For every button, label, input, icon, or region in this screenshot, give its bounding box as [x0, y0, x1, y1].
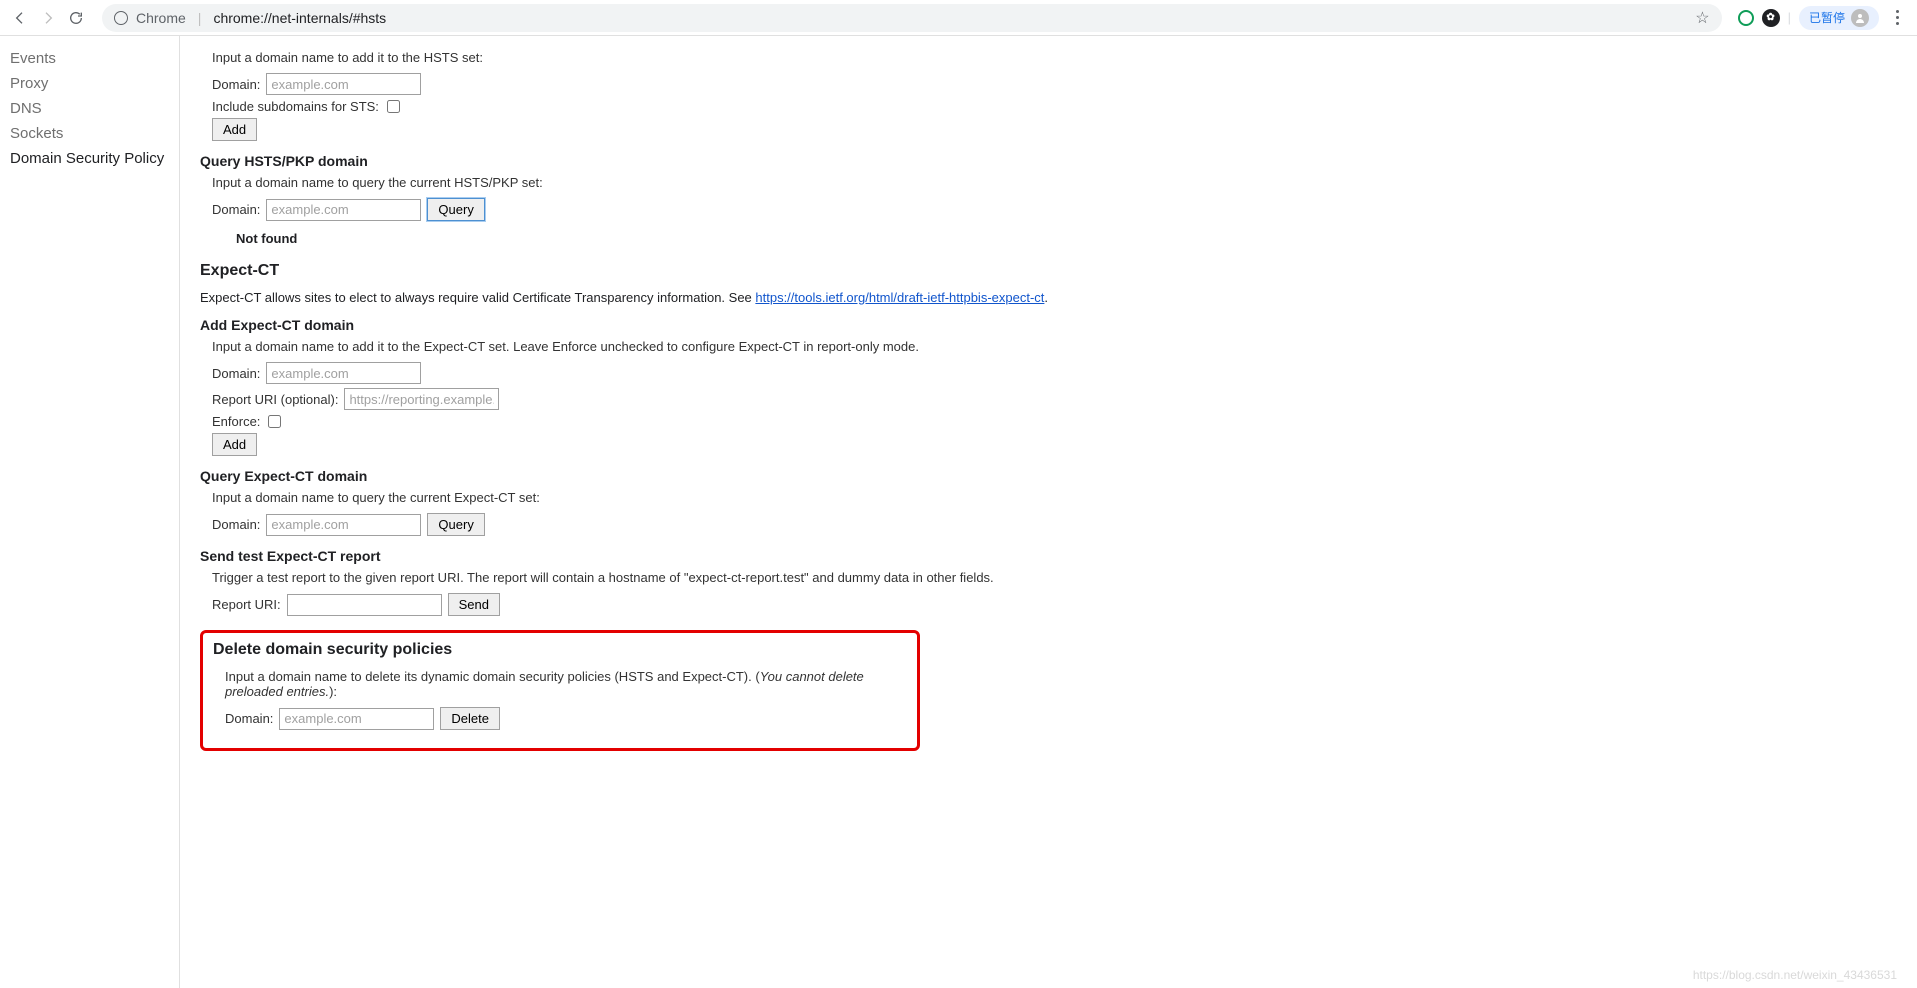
expectct-test-send-button[interactable]: Send — [448, 593, 500, 616]
hsts-add-description: Input a domain name to add it to the HST… — [212, 50, 1897, 65]
expectct-add-description: Input a domain name to add it to the Exp… — [212, 339, 1897, 354]
chrome-menu-button[interactable] — [1887, 6, 1907, 29]
expectct-add-button[interactable]: Add — [212, 433, 257, 456]
hsts-query-description: Input a domain name to query the current… — [212, 175, 1897, 190]
hsts-add-domain-input[interactable] — [266, 73, 421, 95]
expectct-desc-period: . — [1044, 290, 1048, 305]
expectct-description: Expect-CT allows sites to elect to alway… — [200, 290, 1897, 305]
expectct-add-enforce-checkbox[interactable] — [268, 415, 281, 428]
expectct-add-enforce-label: Enforce: — [212, 414, 260, 429]
delete-desc-suffix: ): — [329, 684, 337, 699]
expectct-test-report-input[interactable] — [287, 594, 442, 616]
forward-button[interactable] — [38, 8, 58, 28]
paused-label: 已暂停 — [1809, 9, 1845, 26]
expectct-query-domain-input[interactable] — [266, 514, 421, 536]
expectct-test-description: Trigger a test report to the given repor… — [212, 570, 1897, 585]
expectct-add-title: Add Expect-CT domain — [200, 317, 1897, 333]
hsts-add-subdomain-label: Include subdomains for STS: — [212, 99, 379, 114]
delete-domain-label: Domain: — [225, 711, 273, 726]
expectct-query-description: Input a domain name to query the current… — [212, 490, 1897, 505]
address-bar[interactable]: Chrome | chrome://net-internals/#hsts ☆ — [102, 4, 1722, 32]
expectct-add-domain-label: Domain: — [212, 366, 260, 381]
hsts-query-title: Query HSTS/PKP domain — [200, 153, 1897, 169]
main-content: Input a domain name to add it to the HST… — [180, 36, 1917, 988]
sidebar-item-dns[interactable]: DNS — [10, 96, 179, 121]
back-button[interactable] — [10, 8, 30, 28]
expectct-test-title: Send test Expect-CT report — [200, 548, 1897, 564]
hsts-query-domain-label: Domain: — [212, 202, 260, 217]
profile-paused-chip[interactable]: 已暂停 — [1799, 6, 1879, 30]
sidebar-item-domain-security-policy[interactable]: Domain Security Policy — [10, 146, 179, 171]
browser-toolbar: Chrome | chrome://net-internals/#hsts ☆ … — [0, 0, 1917, 36]
expectct-title: Expect-CT — [200, 262, 1897, 280]
reload-button[interactable] — [66, 8, 86, 28]
delete-domain-input[interactable] — [279, 708, 434, 730]
delete-desc-prefix: Input a domain name to delete its dynami… — [225, 669, 760, 684]
sidebar-nav: Events Proxy DNS Sockets Domain Security… — [0, 36, 180, 988]
delete-title: Delete domain security policies — [213, 641, 907, 659]
hsts-add-button[interactable]: Add — [212, 118, 257, 141]
url-separator: | — [194, 10, 206, 26]
hsts-query-domain-input[interactable] — [266, 199, 421, 221]
expectct-add-report-input[interactable] — [344, 388, 499, 410]
url-path: chrome://net-internals/#hsts — [213, 10, 386, 26]
url-origin: Chrome — [136, 10, 186, 26]
expectct-query-domain-label: Domain: — [212, 517, 260, 532]
delete-button[interactable]: Delete — [440, 707, 500, 730]
sidebar-item-sockets[interactable]: Sockets — [10, 121, 179, 146]
extension-icon-1[interactable] — [1738, 10, 1754, 26]
expectct-add-report-label: Report URI (optional): — [212, 392, 338, 407]
bookmark-star-icon[interactable]: ☆ — [1695, 8, 1709, 28]
hsts-query-result: Not found — [236, 231, 1897, 246]
sidebar-item-events[interactable]: Events — [10, 46, 179, 71]
avatar-icon — [1851, 9, 1869, 27]
expectct-spec-link[interactable]: https://tools.ietf.org/html/draft-ietf-h… — [755, 290, 1044, 305]
expectct-query-title: Query Expect-CT domain — [200, 468, 1897, 484]
delete-section-highlight: Delete domain security policies Input a … — [200, 630, 920, 751]
expectct-desc-text: Expect-CT allows sites to elect to alway… — [200, 290, 755, 305]
delete-description: Input a domain name to delete its dynami… — [225, 669, 907, 699]
expectct-test-report-label: Report URI: — [212, 597, 281, 612]
expectct-add-domain-input[interactable] — [266, 362, 421, 384]
hsts-add-domain-label: Domain: — [212, 77, 260, 92]
expectct-query-button[interactable]: Query — [427, 513, 484, 536]
extension-icon-2[interactable]: ✿ — [1762, 9, 1780, 27]
toolbar-separator: | — [1788, 10, 1791, 25]
site-info-icon[interactable] — [114, 11, 128, 25]
sidebar-item-proxy[interactable]: Proxy — [10, 71, 179, 96]
hsts-add-subdomain-checkbox[interactable] — [387, 100, 400, 113]
hsts-query-button[interactable]: Query — [427, 198, 484, 221]
